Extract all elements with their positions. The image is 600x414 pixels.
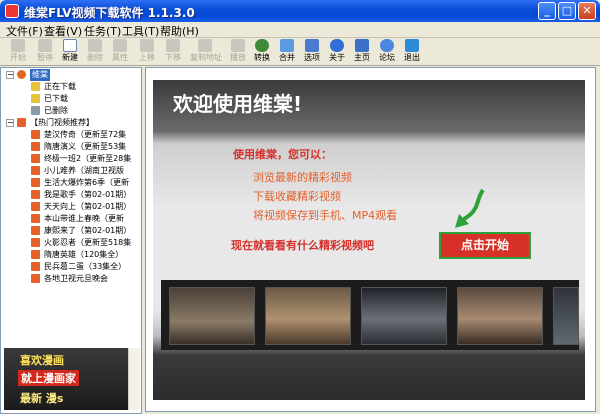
- video-arrow-icon: [31, 130, 40, 139]
- copy-link-icon: [198, 39, 212, 52]
- convert-icon: [255, 39, 269, 52]
- options-button[interactable]: 选项: [301, 39, 323, 65]
- arrow-up-icon: [140, 39, 154, 52]
- delete-button[interactable]: 删除: [84, 39, 106, 65]
- browse-prompt: 现在就看看有什么精彩视频吧: [231, 239, 374, 252]
- feature-item: 将视频保存到手机、MP4观看: [253, 209, 398, 222]
- app-logo-icon: [17, 70, 26, 79]
- arrow-down-icon: [166, 39, 180, 52]
- pause-icon: [38, 39, 52, 52]
- app-icon: [5, 4, 19, 18]
- folder-downloading-icon: [31, 82, 40, 91]
- video-thumbnail[interactable]: [457, 287, 543, 345]
- video-thumbnail[interactable]: [553, 287, 579, 345]
- menu-bar: 文件(F) 查看(V) 任务(T) 工具(T) 帮助(H): [0, 22, 600, 38]
- video-arrow-icon: [31, 142, 40, 151]
- forum-button[interactable]: 论坛: [376, 39, 398, 65]
- menu-help[interactable]: 帮助(H): [160, 23, 199, 39]
- video-arrow-icon: [31, 274, 40, 283]
- collapse-hot-toggle[interactable]: −: [6, 119, 14, 127]
- menu-view[interactable]: 查看(V): [44, 23, 82, 39]
- collapse-root-toggle[interactable]: −: [6, 71, 14, 79]
- trash-icon: [31, 106, 40, 115]
- video-arrow-icon: [31, 238, 40, 247]
- delete-icon: [88, 39, 102, 52]
- video-arrow-icon: [31, 154, 40, 163]
- help-icon: [330, 39, 344, 52]
- window-title: 维棠FLV视频下载软件 1.1.3.0: [24, 6, 195, 20]
- video-thumbnail[interactable]: [169, 287, 255, 345]
- copy-url-button[interactable]: 复制地址: [190, 39, 222, 65]
- start-button[interactable]: 开始: [7, 39, 29, 65]
- banner-scrollbar[interactable]: [128, 348, 140, 410]
- video-arrow-icon: [31, 262, 40, 271]
- new-button[interactable]: 新建: [59, 39, 81, 65]
- home-icon: [355, 39, 369, 52]
- exit-icon: [405, 39, 419, 52]
- video-thumbnail[interactable]: [361, 287, 447, 345]
- video-arrow-icon: [31, 190, 40, 199]
- play-button[interactable]: 播放: [227, 39, 249, 65]
- welcome-heading: 欢迎使用维棠!: [173, 92, 303, 116]
- new-document-icon: [63, 39, 77, 52]
- toolbar: 开始 暂停 新建 删除 属性 上移 下移 复制地址 播放 转换 合并 选项 关于…: [0, 38, 600, 66]
- video-thumbnail-strip: [161, 280, 579, 350]
- options-icon: [305, 39, 319, 52]
- video-arrow-icon: [31, 226, 40, 235]
- menu-task[interactable]: 任务(T): [84, 23, 121, 39]
- video-arrow-icon: [31, 250, 40, 259]
- green-arrow-icon: [455, 188, 485, 228]
- banner-line-2: 就上漫画家: [18, 370, 79, 386]
- start-browsing-button[interactable]: 点击开始: [439, 232, 531, 259]
- banner-line-1: 喜欢漫画: [20, 354, 64, 367]
- play-icon: [11, 39, 25, 52]
- forum-icon: [380, 39, 394, 52]
- features-subheading: 使用维棠，您可以：: [233, 148, 332, 161]
- title-bar: 维棠FLV视频下载软件 1.1.3.0 _ □ ✕: [0, 0, 600, 22]
- welcome-pane: 欢迎使用维棠! 使用维棠，您可以： 浏览最新的精彩视频 下载收藏精彩视频 将视频…: [145, 67, 596, 412]
- video-arrow-icon: [31, 178, 40, 187]
- folder-downloaded-icon: [31, 94, 40, 103]
- menu-file[interactable]: 文件(F): [6, 23, 43, 39]
- maximize-button[interactable]: □: [558, 2, 576, 20]
- video-arrow-icon: [31, 214, 40, 223]
- video-thumbnail[interactable]: [265, 287, 351, 345]
- about-button[interactable]: 关于: [326, 39, 348, 65]
- banner-line-3: 最新 漫s: [20, 392, 64, 405]
- exit-button[interactable]: 退出: [401, 39, 423, 65]
- convert-button[interactable]: 转换: [251, 39, 273, 65]
- properties-button[interactable]: 属性: [109, 39, 131, 65]
- minimize-button[interactable]: _: [538, 2, 556, 20]
- merge-button[interactable]: 合并: [276, 39, 298, 65]
- move-up-button[interactable]: 上移: [136, 39, 158, 65]
- properties-icon: [113, 39, 127, 52]
- pause-button[interactable]: 暂停: [34, 39, 56, 65]
- feature-item: 浏览最新的精彩视频: [253, 171, 352, 184]
- welcome-panel: 欢迎使用维棠! 使用维棠，您可以： 浏览最新的精彩视频 下载收藏精彩视频 将视频…: [153, 80, 585, 400]
- merge-icon: [280, 39, 294, 52]
- homepage-button[interactable]: 主页: [351, 39, 373, 65]
- close-button[interactable]: ✕: [578, 2, 596, 20]
- move-down-button[interactable]: 下移: [162, 39, 184, 65]
- feature-item: 下载收藏精彩视频: [253, 190, 341, 203]
- video-arrow-icon: [31, 166, 40, 175]
- video-arrow-icon: [31, 202, 40, 211]
- menu-tools[interactable]: 工具(T): [122, 23, 159, 39]
- manga-ad-banner[interactable]: 喜欢漫画 就上漫画家 最新 漫s: [4, 348, 129, 410]
- play-video-icon: [231, 39, 245, 52]
- hot-arrow-icon: [17, 118, 26, 127]
